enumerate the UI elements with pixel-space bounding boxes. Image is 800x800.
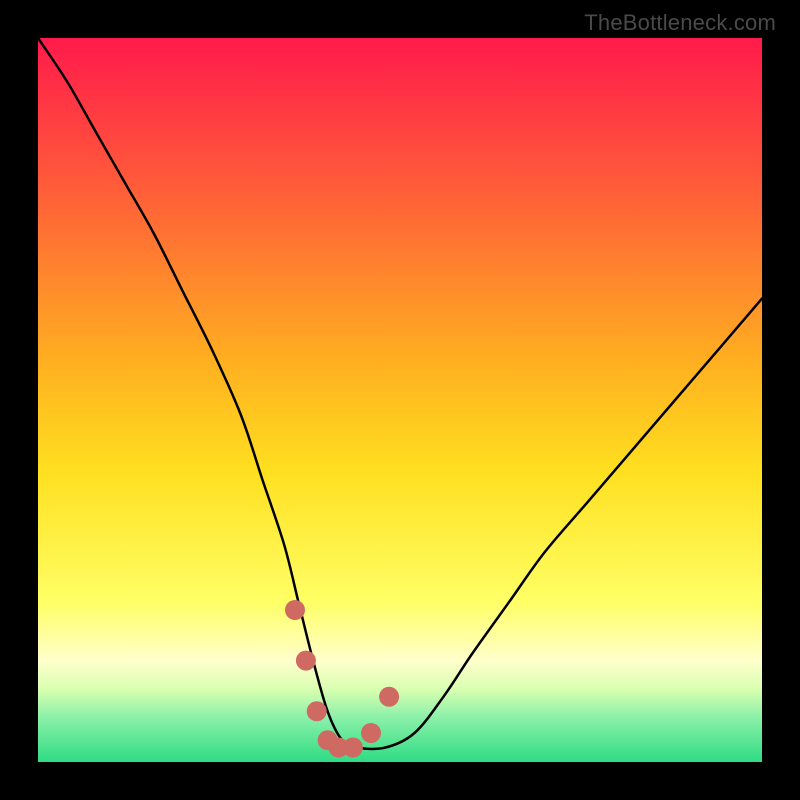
valley-marker-group xyxy=(285,600,399,758)
valley-marker xyxy=(307,701,327,721)
valley-marker xyxy=(285,600,305,620)
valley-marker xyxy=(379,687,399,707)
valley-marker xyxy=(361,723,381,743)
valley-marker xyxy=(343,738,363,758)
watermark-text: TheBottleneck.com xyxy=(584,10,776,36)
chart-frame: TheBottleneck.com xyxy=(0,0,800,800)
valley-marker xyxy=(296,651,316,671)
chart-svg xyxy=(38,38,762,762)
bottleneck-curve xyxy=(38,38,762,749)
